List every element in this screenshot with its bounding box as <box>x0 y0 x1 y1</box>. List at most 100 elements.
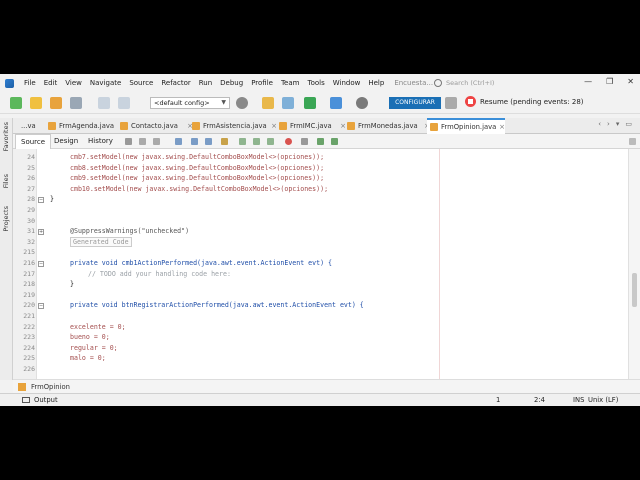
line-number: 25 <box>27 163 35 172</box>
code-line: cmb9.setModel(new javax.swing.DefaultCom… <box>70 174 324 182</box>
resume-button[interactable]: Resume (pending events: 28) <box>465 96 584 107</box>
code-line-text: private void cmb1ActionPerformed(java.aw… <box>70 259 333 267</box>
notification-count[interactable]: 1 <box>496 394 500 406</box>
menu-file[interactable]: File <box>20 79 40 87</box>
code-line: private void btnRegistrarActionPerformed… <box>70 301 364 309</box>
tab-source[interactable]: Source <box>15 134 52 149</box>
toggle-highlight-icon[interactable] <box>221 138 228 145</box>
menu-view[interactable]: View <box>61 79 86 87</box>
chevron-down-icon: ▼ <box>221 99 226 106</box>
build-icon[interactable] <box>262 97 274 109</box>
menu-refactor[interactable]: Refactor <box>157 79 194 87</box>
run-icon[interactable] <box>304 97 316 109</box>
menu-profile[interactable]: Profile <box>247 79 277 87</box>
menu-run[interactable]: Run <box>195 79 216 87</box>
editor-tab[interactable]: FrmAsistencia.java × <box>189 118 277 134</box>
menu-navigate[interactable]: Navigate <box>86 79 125 87</box>
line-number: 32 <box>27 237 35 246</box>
chevron-right-icon[interactable]: › <box>607 120 610 128</box>
menu-source[interactable]: Source <box>125 79 157 87</box>
menu-help[interactable]: Help <box>364 79 388 87</box>
output-tab[interactable]: Output <box>34 394 58 406</box>
line-number: 26 <box>27 174 35 183</box>
fold-toggle[interactable]: − <box>38 302 44 309</box>
menu-debug[interactable]: Debug <box>216 79 247 87</box>
shift-right-icon[interactable] <box>331 138 338 145</box>
tab-files[interactable]: Files <box>2 174 10 188</box>
new-file-icon[interactable] <box>30 97 42 109</box>
menu-tools[interactable]: Tools <box>303 79 328 87</box>
code-line-text: @SuppressWarnings("unchecked") <box>70 227 190 236</box>
find-previous-icon[interactable] <box>191 138 198 145</box>
fold-toggle[interactable]: − <box>38 196 44 203</box>
breadcrumb-label: FrmOpinion <box>31 383 70 391</box>
search-input[interactable]: Search (Ctrl+I) <box>434 77 558 89</box>
close-icon[interactable]: × <box>499 120 505 134</box>
editor-tab[interactable]: FrmIMC.java × <box>276 118 346 134</box>
editor-scrollbar[interactable] <box>628 149 640 379</box>
line-number: 216 <box>23 259 35 267</box>
tab-projects[interactable]: Projects <box>2 206 10 232</box>
find-next-icon[interactable] <box>205 138 212 145</box>
menu-window[interactable]: Window <box>329 79 365 87</box>
maximize-icon[interactable]: ❐ <box>606 77 613 86</box>
minimize-icon[interactable]: — <box>584 77 592 86</box>
undo-icon[interactable] <box>98 97 110 109</box>
gc-icon[interactable] <box>445 97 457 109</box>
menu-edit[interactable]: Edit <box>40 79 62 87</box>
debug-icon[interactable] <box>330 97 342 109</box>
macro-stop-icon[interactable] <box>301 138 308 145</box>
fold-toggle[interactable]: − <box>38 260 44 267</box>
profile-icon[interactable] <box>356 97 368 109</box>
tab-history[interactable]: History <box>83 134 118 149</box>
redo-icon[interactable] <box>118 97 130 109</box>
split-editor-icon[interactable] <box>629 138 636 145</box>
open-project-icon[interactable] <box>50 97 62 109</box>
save-all-icon[interactable] <box>70 97 82 109</box>
resume-label: Resume (pending events: 28) <box>480 97 584 106</box>
line-number: 219 <box>23 290 35 299</box>
editor-tab[interactable]: ...va <box>19 118 43 134</box>
breadcrumb[interactable]: FrmOpinion <box>13 379 640 393</box>
close-icon[interactable]: ✕ <box>627 77 634 86</box>
code-line: @SuppressWarnings("unchecked") <box>70 227 189 235</box>
tab-favorites[interactable]: Favorites <box>2 122 10 151</box>
back-icon[interactable] <box>139 138 146 145</box>
java-file-icon <box>192 122 200 130</box>
line-number-gutter: 24 25 26 27 28 29 30 31 32 215 216 217 2… <box>13 149 37 379</box>
fold-toggle[interactable]: + <box>38 228 44 235</box>
editor-tab[interactable]: FrmMonedas.java× <box>344 118 430 134</box>
netbeans-window: File Edit View Navigate Source Refactor … <box>0 74 640 406</box>
next-bookmark-icon[interactable] <box>253 138 260 145</box>
code-editor[interactable]: 24 25 26 27 28 29 30 31 32 215 216 217 2… <box>13 149 628 379</box>
toggle-bookmark-icon[interactable] <box>267 138 274 145</box>
chevron-down-icon[interactable]: ▾ <box>616 120 620 128</box>
macro-record-icon[interactable] <box>285 138 292 145</box>
tab-label: ...va <box>21 122 36 130</box>
editor-tab[interactable]: Contacto.java × <box>117 118 193 134</box>
java-file-icon <box>48 122 56 130</box>
clean-build-icon[interactable] <box>282 97 294 109</box>
chevron-left-icon[interactable]: ‹ <box>598 120 601 128</box>
tab-label: FrmMonedas.java <box>358 122 418 130</box>
line-number: 218 <box>23 280 35 289</box>
settings-icon[interactable] <box>236 97 248 109</box>
editor-tab-active[interactable]: FrmOpinion.java × <box>427 118 505 134</box>
profiler-config-button[interactable]: CONFIGURAR <box>389 97 441 109</box>
menu-team[interactable]: Team <box>277 79 304 87</box>
scrollbar-thumb[interactable] <box>632 273 637 307</box>
previous-bookmark-icon[interactable] <box>239 138 246 145</box>
editor-view-bar: Source Design History <box>13 134 640 149</box>
code-line-text: private void btnRegistrarActionPerformed… <box>70 301 364 310</box>
shift-left-icon[interactable] <box>317 138 324 145</box>
code-line-text: excelente = 0; <box>70 322 126 331</box>
line-number: 29 <box>27 206 35 214</box>
last-edit-icon[interactable] <box>125 138 132 145</box>
tab-design[interactable]: Design <box>49 134 83 149</box>
new-project-icon[interactable] <box>10 97 22 109</box>
generated-code-fold[interactable]: Generated Code <box>70 236 132 247</box>
find-icon[interactable] <box>175 138 182 145</box>
config-select[interactable]: <default config> ▼ <box>150 97 230 109</box>
forward-icon[interactable] <box>153 138 160 145</box>
maximize-icon[interactable]: ▭ <box>625 120 632 128</box>
